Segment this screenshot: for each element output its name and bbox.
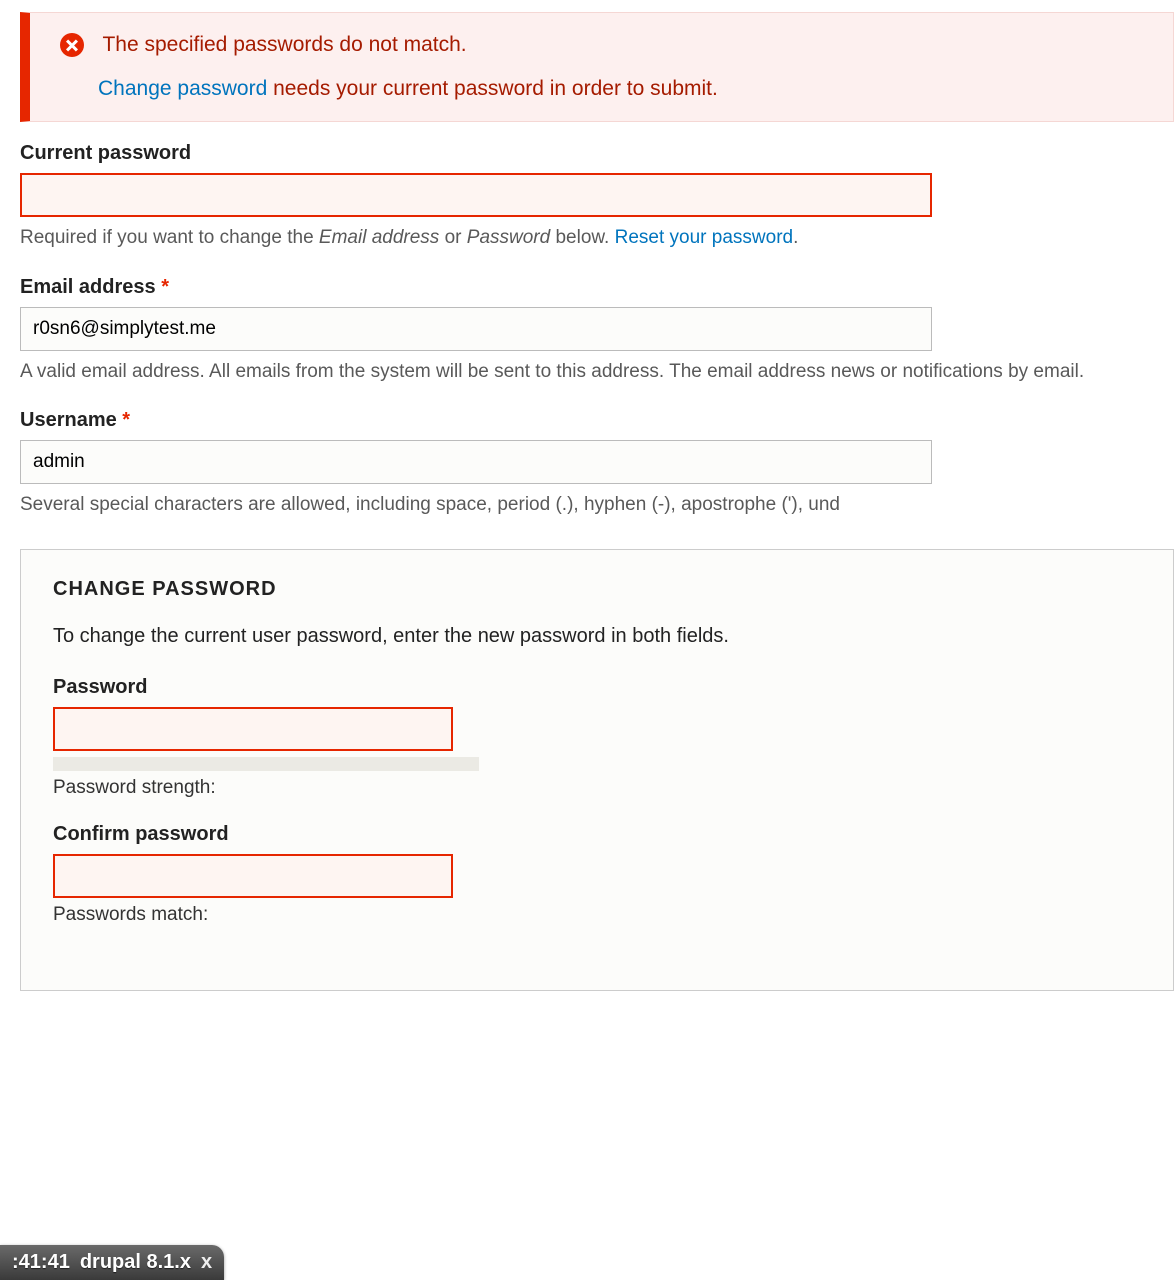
- error-detail-text: needs your current password in order to …: [267, 77, 718, 100]
- close-icon[interactable]: x: [201, 1251, 212, 1274]
- browser-tab-bar: :41:41 drupal 8.1.x x: [0, 1245, 224, 1280]
- error-icon: [60, 33, 84, 57]
- change-password-legend: CHANGE PASSWORD: [53, 578, 1141, 601]
- current-password-label: Current password: [20, 142, 1174, 165]
- username-label: Username *: [20, 409, 1174, 432]
- error-banner: The specified passwords do not match. Ch…: [20, 12, 1174, 122]
- required-marker: *: [122, 409, 130, 431]
- confirm-password-input[interactable]: [53, 854, 453, 898]
- error-detail: Change password needs your current passw…: [98, 77, 1153, 101]
- current-password-help: Required if you want to change the Email…: [20, 225, 1174, 252]
- required-marker: *: [161, 276, 169, 298]
- current-password-input[interactable]: [20, 173, 932, 217]
- password-input[interactable]: [53, 707, 453, 751]
- confirm-password-label: Confirm password: [53, 823, 1141, 846]
- password-strength-bar: [53, 757, 479, 771]
- tab-title: drupal 8.1.x: [80, 1251, 191, 1274]
- change-password-desc: To change the current user password, ent…: [53, 625, 1141, 648]
- password-strength-label: Password strength:: [53, 777, 1141, 799]
- tab-time: :41:41: [12, 1251, 70, 1274]
- error-message: The specified passwords do not match.: [102, 33, 466, 56]
- change-password-fieldset: CHANGE PASSWORD To change the current us…: [20, 549, 1174, 991]
- email-input[interactable]: [20, 307, 932, 351]
- browser-tab[interactable]: :41:41 drupal 8.1.x x: [0, 1245, 224, 1280]
- email-help: A valid email address. All emails from t…: [20, 359, 1174, 386]
- email-label: Email address *: [20, 276, 1174, 299]
- passwords-match-label: Passwords match:: [53, 904, 1141, 926]
- username-help: Several special characters are allowed, …: [20, 492, 1174, 519]
- password-label: Password: [53, 676, 1141, 699]
- reset-password-link[interactable]: Reset your password: [615, 227, 793, 248]
- change-password-link[interactable]: Change password: [98, 77, 267, 100]
- username-input[interactable]: [20, 440, 932, 484]
